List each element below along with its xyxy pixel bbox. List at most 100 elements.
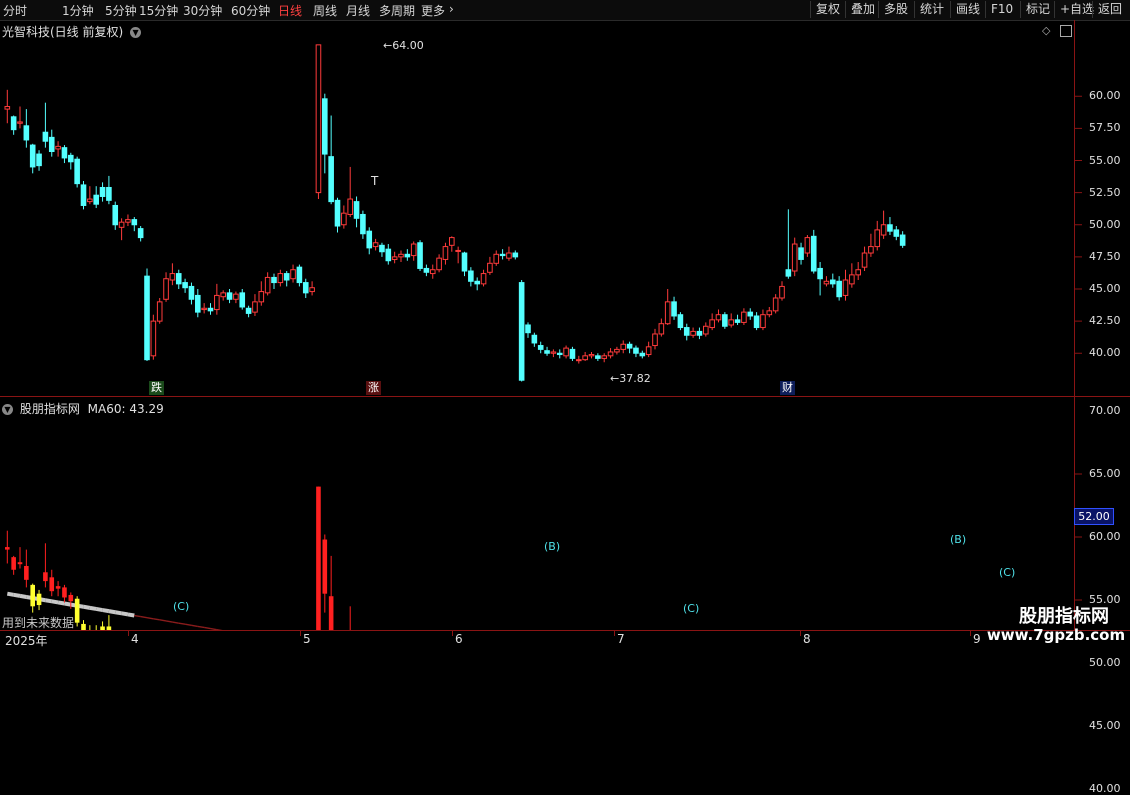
candle-body bbox=[639, 352, 646, 357]
candle-body bbox=[233, 293, 239, 300]
candle-body bbox=[855, 269, 862, 276]
toolbar-item-2[interactable]: 5分钟 bbox=[105, 2, 137, 19]
main-y-tick: 40.00 bbox=[1089, 346, 1121, 359]
more-chevron-icon[interactable]: › bbox=[449, 2, 454, 16]
candle-body bbox=[391, 256, 398, 260]
candle-body bbox=[525, 324, 531, 334]
chevron-down-icon[interactable]: ▼ bbox=[2, 404, 13, 415]
candle-body bbox=[131, 219, 138, 226]
candle-body bbox=[436, 257, 442, 271]
ma60-segment bbox=[165, 620, 173, 623]
toolbar-right-item-0[interactable]: 复权 bbox=[810, 1, 845, 18]
toolbar-item-8[interactable]: 月线 bbox=[346, 2, 370, 19]
marker-fall[interactable]: 跌 bbox=[149, 381, 164, 395]
ma60-segment bbox=[83, 604, 91, 610]
toolbar-right-item-2[interactable]: 多股 bbox=[878, 1, 913, 18]
candle-body bbox=[595, 355, 601, 359]
diamond-icon[interactable]: ◇ bbox=[1042, 24, 1050, 37]
toolbar-right-item-5[interactable]: F10 bbox=[985, 1, 1018, 18]
ma60-segment bbox=[204, 626, 211, 630]
candle-body bbox=[17, 121, 23, 124]
toolbar-item-3[interactable]: 15分钟 bbox=[139, 2, 178, 19]
candle-body bbox=[550, 351, 557, 354]
candle-body bbox=[703, 325, 709, 335]
main-y-tick: 42.50 bbox=[1089, 314, 1121, 327]
candle-body bbox=[518, 282, 525, 381]
axis-divider bbox=[1074, 20, 1075, 630]
candle-body bbox=[442, 246, 449, 260]
candle-body bbox=[182, 282, 188, 289]
panel-toggle-icon[interactable] bbox=[1060, 25, 1072, 37]
toolbar-item-7[interactable]: 周线 bbox=[313, 2, 337, 19]
candle-body bbox=[537, 345, 544, 350]
toolbar-right-item-6[interactable]: 标记 bbox=[1020, 1, 1055, 18]
candle-body bbox=[195, 294, 201, 313]
indicator-y-tick: 60.00 bbox=[1089, 530, 1121, 543]
candle-body bbox=[315, 44, 322, 194]
wave-label-b2: (B) bbox=[950, 533, 967, 546]
candle-body bbox=[683, 327, 690, 336]
candle-body bbox=[753, 315, 760, 329]
candle-body bbox=[880, 224, 887, 236]
candle-body bbox=[379, 244, 385, 253]
candle-body bbox=[620, 343, 627, 350]
indicator-y-tick: 65.00 bbox=[1089, 467, 1121, 480]
candle-body bbox=[36, 153, 42, 167]
toolbar-item-4[interactable]: 30分钟 bbox=[183, 2, 222, 19]
candle-body bbox=[823, 280, 830, 285]
marker-rise[interactable]: 涨 bbox=[366, 381, 381, 395]
indicator-bar bbox=[17, 562, 23, 565]
date-tick: 6 bbox=[455, 632, 463, 646]
candle-body bbox=[728, 319, 735, 326]
candle-body bbox=[239, 292, 246, 308]
candle-body bbox=[188, 285, 195, 300]
candle-body bbox=[499, 253, 506, 257]
toolbar-right-item-1[interactable]: 叠加 bbox=[845, 1, 880, 18]
date-tick: 9 bbox=[973, 632, 981, 646]
ma60-segment bbox=[191, 624, 198, 628]
candle-body bbox=[226, 292, 233, 300]
ma60-segment bbox=[127, 612, 135, 618]
candle-body bbox=[531, 334, 538, 344]
toolbar-item-9[interactable]: 多周期 bbox=[379, 2, 415, 19]
indicator-bar bbox=[5, 547, 10, 550]
ma60-segment bbox=[76, 603, 84, 609]
indicator-panel-title: ▼ 股朋指标网 MA60: 43.29 bbox=[2, 400, 164, 417]
candle-body bbox=[652, 333, 658, 347]
indicator-bar bbox=[74, 598, 80, 623]
toolbar-item-1[interactable]: 1分钟 bbox=[62, 2, 94, 19]
toolbar-item-0[interactable]: 分时 bbox=[3, 2, 27, 19]
indicator-y-tick: 40.00 bbox=[1089, 782, 1121, 795]
toolbar-item-5[interactable]: 60分钟 bbox=[231, 2, 270, 19]
candle-body bbox=[150, 320, 157, 357]
candle-body bbox=[512, 252, 519, 258]
candle-body bbox=[309, 287, 315, 293]
date-axis: 2025年 4 5 6 7 8 9 bbox=[0, 630, 1130, 651]
indicator-bar bbox=[43, 572, 48, 582]
toolbar-item-6[interactable]: 日线 bbox=[278, 2, 302, 19]
ma60-segment bbox=[114, 610, 122, 616]
ma60-segment bbox=[70, 602, 78, 608]
candle-body bbox=[156, 301, 163, 322]
candle-body bbox=[874, 229, 881, 248]
candle-body bbox=[887, 224, 893, 232]
toolbar-right-item-3[interactable]: 统计 bbox=[914, 1, 949, 18]
candle-body bbox=[125, 219, 131, 223]
candle-body bbox=[4, 106, 11, 110]
indicator-bar bbox=[322, 539, 328, 594]
date-tick: 5 bbox=[303, 632, 311, 646]
ma60-segment bbox=[51, 599, 59, 605]
candle-body bbox=[334, 199, 341, 227]
candle-body bbox=[283, 273, 290, 281]
candle-body bbox=[264, 276, 271, 294]
toolbar-right-item-8[interactable]: 返回 bbox=[1092, 1, 1127, 18]
toolbar-right-item-4[interactable]: 画线 bbox=[950, 1, 985, 18]
marker-finance[interactable]: 财 bbox=[780, 381, 795, 395]
ma60-segment bbox=[13, 592, 21, 598]
high-price-value: 64.00 bbox=[392, 39, 424, 52]
chevron-down-icon[interactable]: ▼ bbox=[130, 27, 142, 38]
toolbar-item-10[interactable]: 更多 bbox=[421, 2, 445, 19]
main-panel-title: 光智科技(日线 前复权) ▼ bbox=[2, 23, 142, 40]
candle-body bbox=[734, 319, 741, 323]
candle-body bbox=[772, 297, 779, 312]
